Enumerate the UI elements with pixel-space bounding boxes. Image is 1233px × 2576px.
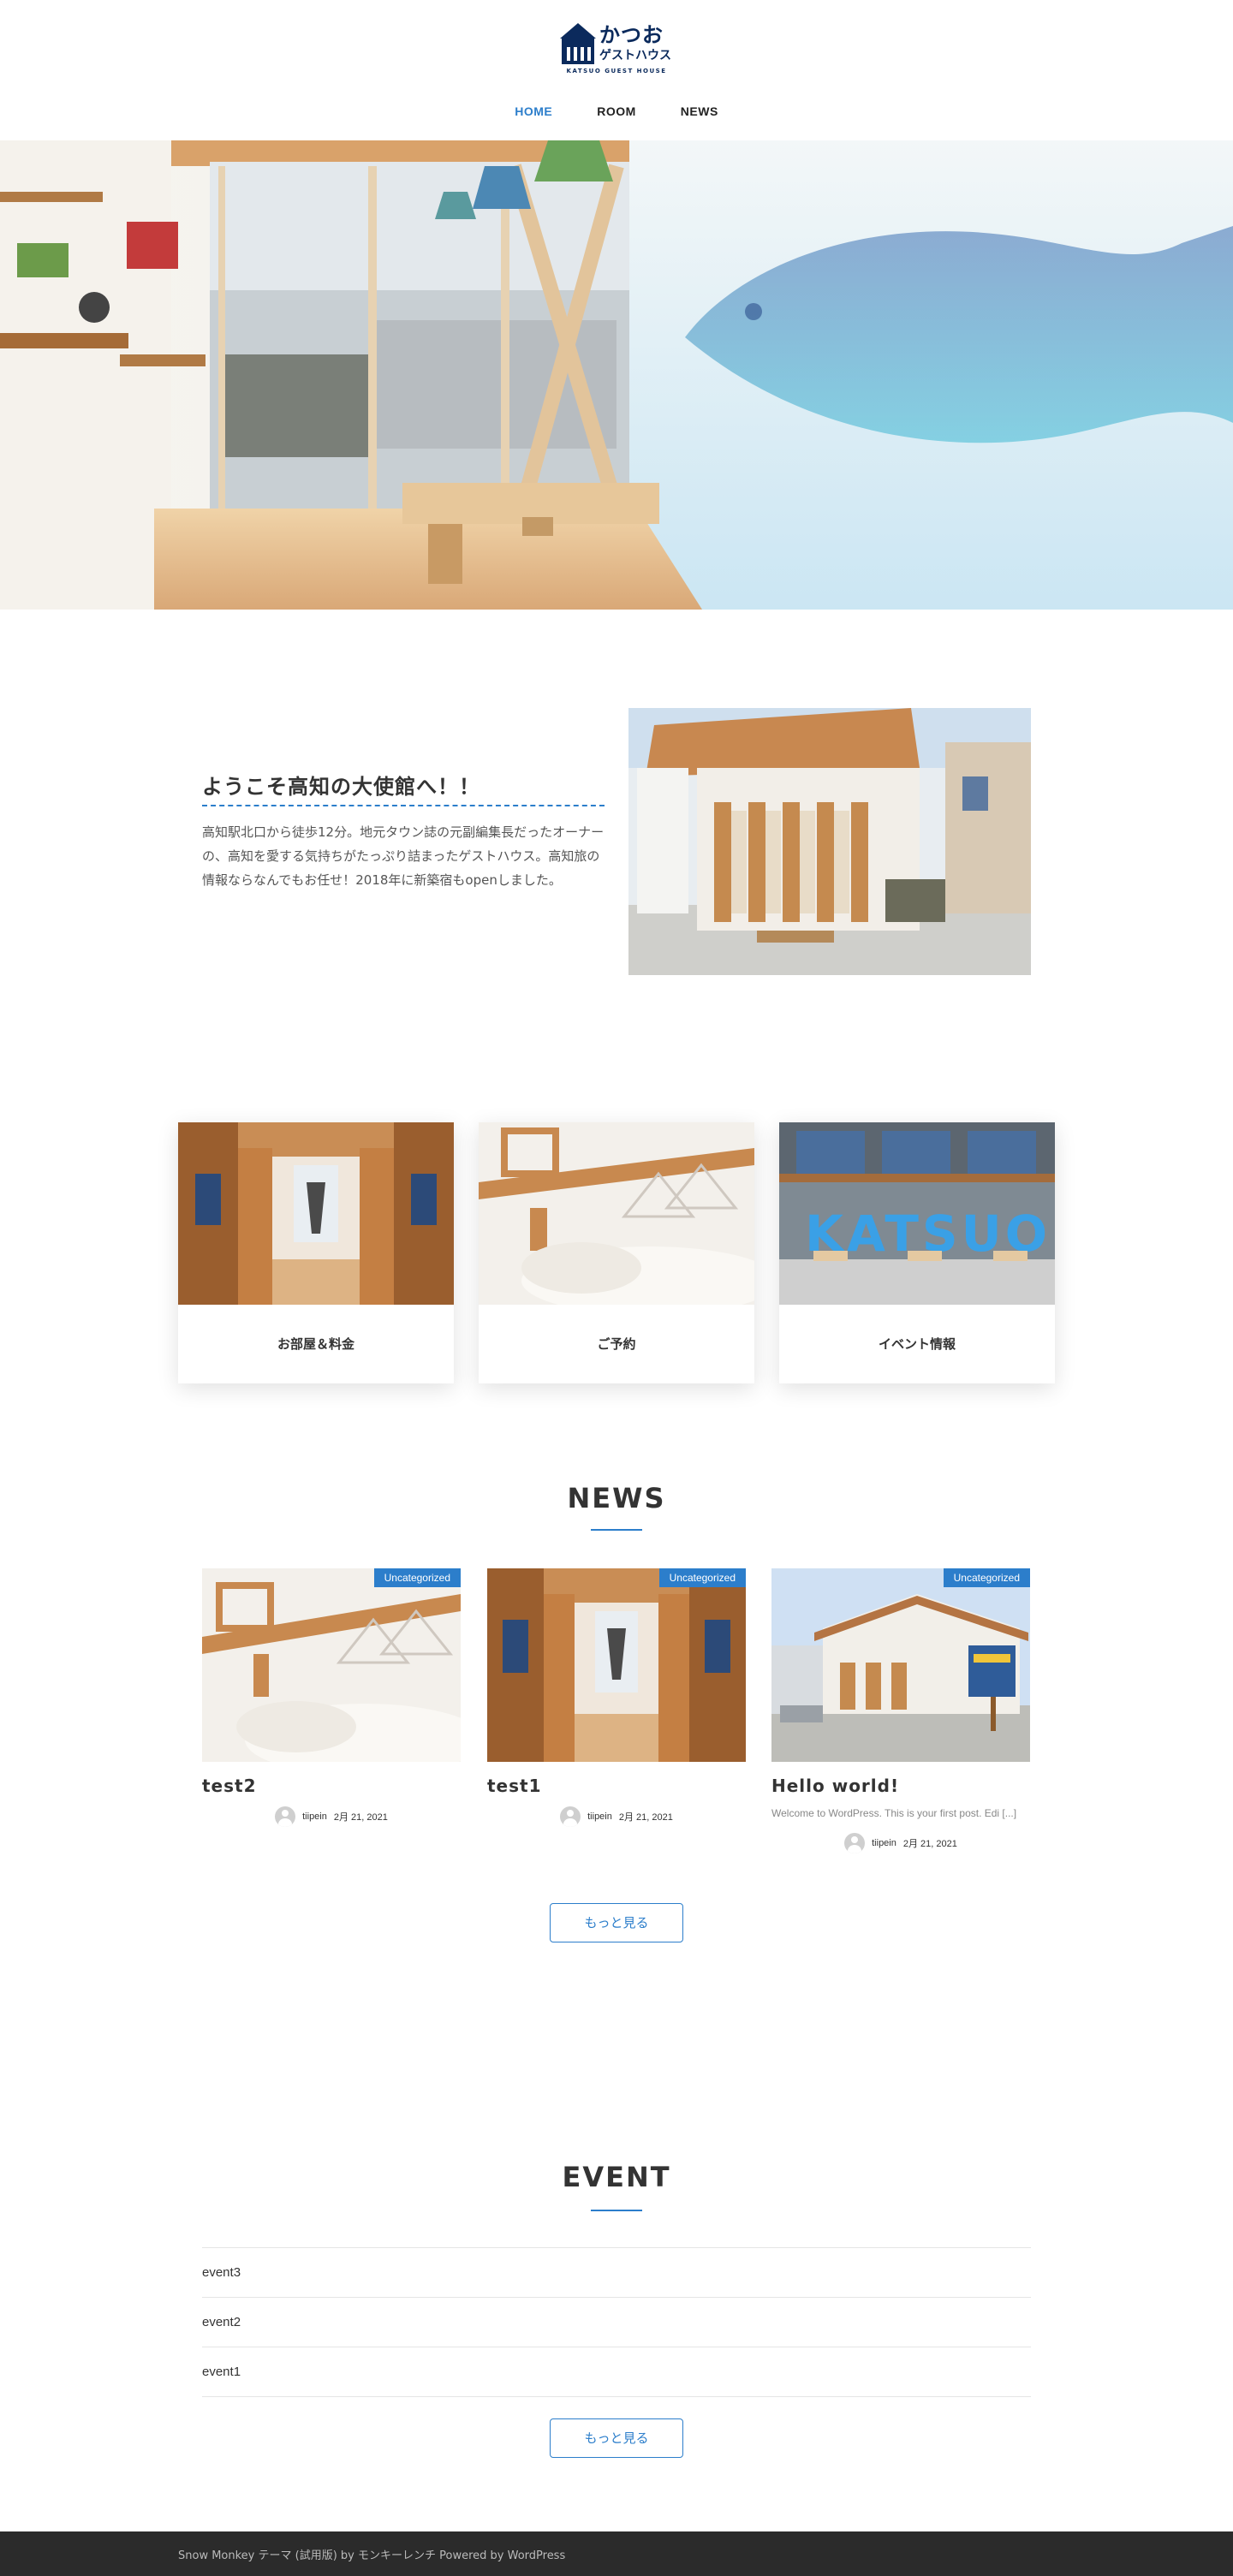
- news-item[interactable]: Uncategorized test1 tiipein 2月 21, 2021: [487, 1568, 746, 1827]
- logo-title: かつお: [599, 23, 664, 47]
- event-more-button[interactable]: もっと見る: [550, 2418, 683, 2458]
- bunk-room-icon: [487, 1568, 746, 1762]
- main-nav: HOME ROOM NEWS: [0, 101, 1233, 122]
- news-title[interactable]: test2: [202, 1776, 461, 1796]
- reservation-photo: [479, 1122, 754, 1305]
- event-heading-underline: [591, 2210, 642, 2211]
- news-date: 2月 21, 2021: [333, 1812, 388, 1823]
- news-thumbnail: Uncategorized: [487, 1568, 746, 1762]
- site-header: かつお ゲストハウス KATSUO GUEST HOUSE HOME ROOM …: [0, 0, 1233, 140]
- news-heading-underline: [591, 1529, 642, 1531]
- building-exterior-icon: [628, 708, 1031, 975]
- guesthouse-exterior-photo: [628, 708, 1031, 975]
- news-item[interactable]: Uncategorized Hello world! Welcome to Wo…: [771, 1568, 1030, 1853]
- news-excerpt: Welcome to WordPress. This is your first…: [771, 1807, 1017, 1819]
- news-more-button[interactable]: もっと見る: [550, 1903, 683, 1942]
- event-photo: KATSUO: [779, 1122, 1055, 1305]
- category-badge[interactable]: Uncategorized: [373, 1568, 461, 1587]
- news-heading: NEWS: [567, 1482, 666, 1514]
- guesthouse-street-icon: [771, 1568, 1030, 1762]
- nav-room[interactable]: ROOM: [597, 101, 636, 122]
- hero-image: [0, 140, 1233, 610]
- logo-subtitle: ゲストハウス: [599, 49, 671, 62]
- card-reservation-label: ご予約: [597, 1336, 636, 1352]
- event-heading: EVENT: [562, 2161, 671, 2193]
- card-events-label: イベント情報: [878, 1336, 956, 1352]
- card-rooms-label: お部屋＆料金: [277, 1336, 354, 1352]
- news-item[interactable]: Uncategorized test2 tiipein 2月 21, 2021: [202, 1568, 461, 1827]
- news-title[interactable]: Hello world!: [771, 1776, 1030, 1796]
- avatar: [275, 1806, 296, 1827]
- bunk-room-icon: [178, 1122, 454, 1305]
- bedroom-hangers-icon: [202, 1568, 461, 1762]
- news-date: 2月 21, 2021: [618, 1812, 673, 1823]
- avatar: [844, 1833, 866, 1853]
- news-author: tiipein: [872, 1838, 896, 1848]
- logo-english: KATSUO GUEST HOUSE: [566, 68, 667, 74]
- room-photo: [178, 1122, 454, 1305]
- news-thumbnail: Uncategorized: [771, 1568, 1030, 1762]
- list-item[interactable]: event1: [202, 2347, 1031, 2397]
- news-date: 2月 21, 2021: [902, 1839, 957, 1849]
- news-meta: tiipein 2月 21, 2021: [771, 1833, 1030, 1853]
- category-badge[interactable]: Uncategorized: [658, 1568, 746, 1587]
- site-footer: Snow Monkey テーマ (試用版) by モンキーレンチ Powered…: [0, 2531, 1233, 2576]
- bedroom-hangers-icon: [479, 1122, 754, 1305]
- news-author: tiipein: [302, 1812, 327, 1822]
- list-item[interactable]: event2: [202, 2298, 1031, 2347]
- news-title[interactable]: test1: [487, 1776, 746, 1796]
- avatar: [560, 1806, 581, 1827]
- living-room-photo-icon: [0, 140, 1233, 610]
- card-rooms[interactable]: お部屋＆料金: [178, 1122, 454, 1383]
- nav-home[interactable]: HOME: [515, 101, 552, 122]
- news-thumbnail: Uncategorized: [202, 1568, 461, 1762]
- card-reservation[interactable]: ご予約: [479, 1122, 754, 1383]
- card-events[interactable]: KATSUO イベント情報: [779, 1122, 1055, 1383]
- news-meta: tiipein 2月 21, 2021: [487, 1806, 746, 1827]
- list-item[interactable]: event3: [202, 2248, 1031, 2298]
- site-logo[interactable]: かつお ゲストハウス KATSUO GUEST HOUSE: [560, 21, 673, 78]
- intro-title: ようこそ高知の大使館へ！！: [202, 770, 605, 806]
- news-author: tiipein: [587, 1812, 612, 1822]
- katsuo-sign-icon: KATSUO: [779, 1122, 1055, 1305]
- event-list: event3 event2 event1: [202, 2247, 1031, 2397]
- news-meta: tiipein 2月 21, 2021: [202, 1806, 461, 1827]
- footer-credit: Snow Monkey テーマ (試用版) by モンキーレンチ Powered…: [178, 2549, 566, 2562]
- intro-text: 高知駅北口から徒歩12分。地元タウン誌の元副編集長だったオーナーの、高知を愛する…: [202, 824, 605, 888]
- nav-news[interactable]: NEWS: [681, 101, 718, 122]
- category-badge[interactable]: Uncategorized: [943, 1568, 1030, 1587]
